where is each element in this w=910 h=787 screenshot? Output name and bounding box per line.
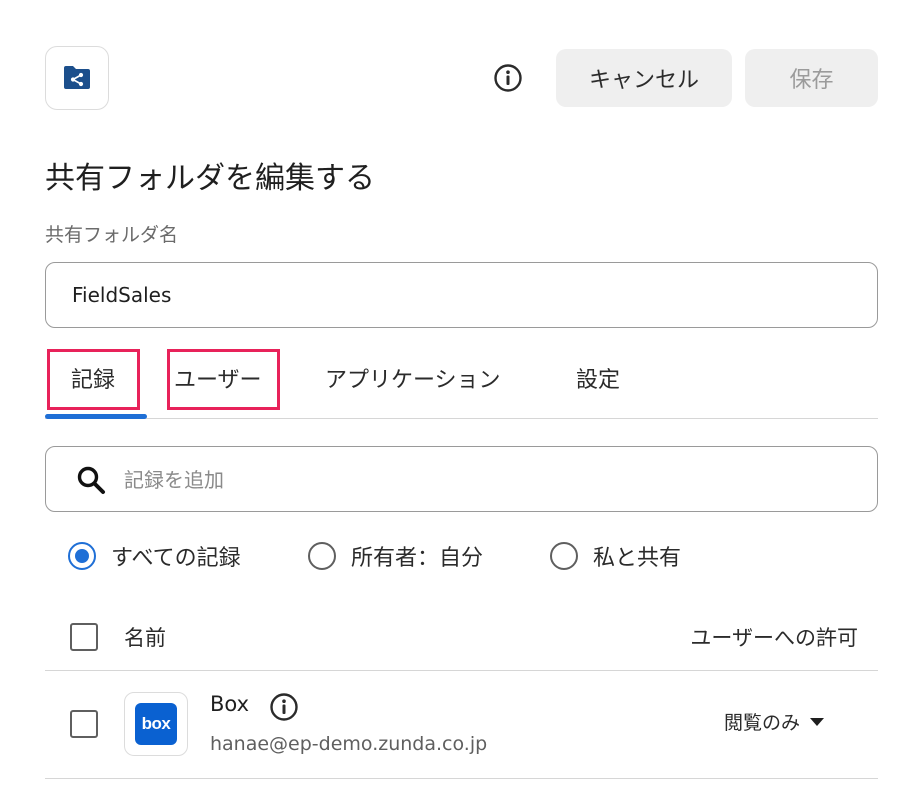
filter-all-records[interactable]: すべての記録 bbox=[68, 540, 241, 572]
record-title: Box bbox=[210, 692, 250, 716]
box-logo: box bbox=[135, 703, 177, 745]
column-header-permission: ユーザーへの許可 bbox=[690, 626, 858, 650]
record-info-icon[interactable] bbox=[268, 691, 300, 723]
column-header-name: 名前 bbox=[124, 626, 166, 650]
edit-shared-folder-dialog: キャンセル 保存 共有フォルダを編集する 共有フォルダ名 記録 ユーザー アプリ… bbox=[0, 0, 910, 787]
radio-button[interactable] bbox=[308, 542, 336, 570]
cancel-button[interactable]: キャンセル bbox=[556, 49, 732, 107]
tab-applications[interactable]: アプリケーション bbox=[325, 362, 501, 394]
table-divider bbox=[45, 670, 878, 671]
folder-name-input[interactable] bbox=[45, 262, 878, 328]
caret-down-icon bbox=[810, 717, 825, 726]
page-title: 共有フォルダを編集する bbox=[45, 161, 375, 196]
highlight-box-records-tab bbox=[47, 349, 140, 410]
folder-share-icon bbox=[64, 66, 90, 89]
filter-shared-with-me[interactable]: 私と共有 bbox=[550, 540, 681, 572]
tabs-divider bbox=[45, 418, 878, 419]
permission-dropdown[interactable]: 閲覧のみ bbox=[724, 708, 825, 735]
add-record-search-input[interactable] bbox=[122, 458, 826, 502]
radio-button-checked[interactable] bbox=[68, 542, 96, 570]
info-icon[interactable] bbox=[492, 62, 524, 94]
search-icon bbox=[76, 465, 106, 495]
filter-owned-by-me[interactable]: 所有者：自分 bbox=[308, 540, 483, 572]
active-tab-indicator bbox=[45, 414, 147, 419]
shared-folder-icon bbox=[45, 46, 109, 110]
highlight-box-users-tab bbox=[167, 349, 280, 410]
table-divider bbox=[45, 778, 878, 779]
radio-dot bbox=[75, 549, 89, 563]
save-button[interactable]: 保存 bbox=[745, 49, 878, 107]
radio-button[interactable] bbox=[550, 542, 578, 570]
filter-owned-by-me-label: 所有者：自分 bbox=[351, 546, 484, 571]
filter-all-records-label: すべての記録 bbox=[111, 546, 241, 571]
filter-shared-with-me-label: 私と共有 bbox=[593, 546, 682, 571]
tab-settings[interactable]: 設定 bbox=[576, 362, 620, 394]
select-all-checkbox[interactable] bbox=[70, 623, 98, 651]
record-email: hanae@ep-demo.zunda.co.jp bbox=[210, 733, 488, 755]
box-app-icon: box bbox=[124, 692, 188, 756]
row-checkbox[interactable] bbox=[70, 710, 98, 738]
permission-value: 閲覧のみ bbox=[724, 712, 801, 734]
folder-name-label: 共有フォルダ名 bbox=[45, 224, 179, 246]
